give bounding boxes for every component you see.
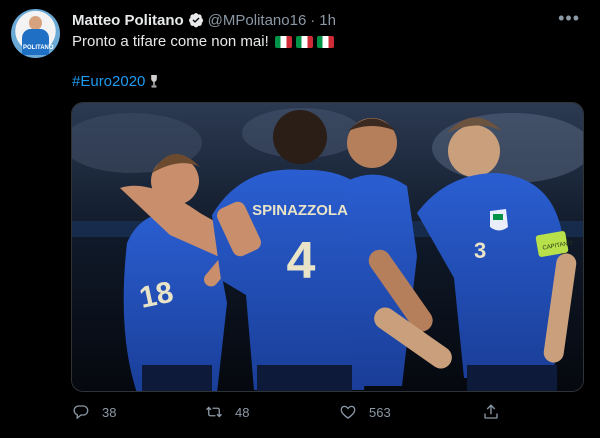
separator-dot: · [310, 11, 316, 29]
italy-flag-icon [295, 35, 313, 48]
retweet-button[interactable]: 48 [205, 403, 249, 421]
photo-illustration: 18 SPINAZZOLA 4 3 CAPITANO [72, 103, 583, 391]
like-button[interactable]: 563 [339, 403, 391, 421]
like-icon [340, 405, 356, 419]
jersey-name: SPINAZZOLA [252, 202, 348, 219]
share-button[interactable] [482, 403, 512, 421]
italy-flag-icon [316, 35, 334, 48]
jersey-number: 4 [287, 232, 316, 290]
reply-icon [73, 405, 89, 420]
verified-badge-icon [188, 13, 203, 28]
retweet-count: 48 [235, 404, 250, 420]
svg-text:18: 18 [137, 276, 177, 315]
hashtag-line: #Euro2020 [72, 73, 159, 90]
like-count: 563 [369, 404, 391, 420]
svg-text:3: 3 [474, 238, 486, 263]
tweet-time[interactable]: 1h [319, 12, 336, 29]
avatar-caption: POLITANO [23, 45, 54, 51]
reply-button[interactable]: 38 [72, 403, 116, 421]
more-icon[interactable]: ••• [558, 8, 580, 29]
tweet-header: Matteo Politano @MPolitano16 · 1h [72, 10, 336, 30]
italy-flag-icon [274, 35, 292, 48]
avatar-head [29, 16, 42, 30]
author-handle[interactable]: @MPolitano16 [208, 12, 307, 29]
share-icon [484, 404, 498, 419]
retweet-icon [206, 406, 222, 418]
hashtag-link[interactable]: #Euro2020 [72, 73, 145, 90]
tweet-text-body: Pronto a tifare come non mai! [72, 33, 269, 50]
trophy-icon [151, 74, 158, 88]
tweet-photo[interactable]: 18 SPINAZZOLA 4 3 CAPITANO [71, 102, 584, 392]
tweet-text: Pronto a tifare come non mai! [72, 33, 334, 50]
tweet-actions: 38 48 563 [0, 403, 600, 423]
author-name[interactable]: Matteo Politano [72, 12, 184, 29]
avatar[interactable]: POLITANO [11, 9, 60, 58]
reply-count: 38 [102, 404, 117, 420]
avatar-shirt [22, 29, 49, 55]
